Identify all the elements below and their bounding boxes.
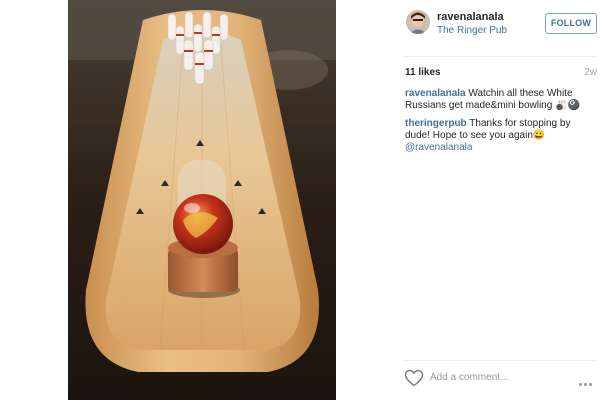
comment-username[interactable]: ravenalanala	[405, 88, 466, 99]
comment: ravenalanala Watchin all these White Rus…	[405, 88, 597, 112]
post-header: ravenalanala The Ringer Pub FOLLOW	[400, 0, 600, 50]
post-sidebar: ravenalanala The Ringer Pub FOLLOW 11 li…	[400, 0, 600, 400]
post-location[interactable]: The Ringer Pub	[437, 25, 507, 36]
comment-mention[interactable]: @ravenalanala	[405, 142, 472, 153]
comment-username[interactable]: theringerpub	[405, 118, 467, 129]
avatar-image	[406, 10, 430, 34]
photo-pane	[0, 0, 400, 400]
post-photo[interactable]	[68, 0, 336, 400]
divider	[403, 360, 597, 361]
like-button[interactable]	[404, 369, 424, 387]
mini-bowling-photo	[68, 0, 336, 400]
heart-icon	[404, 369, 424, 387]
follow-button[interactable]: FOLLOW	[545, 13, 597, 34]
comment-list: ravenalanala Watchin all these White Rus…	[405, 88, 597, 160]
post-username[interactable]: ravenalanala	[437, 11, 504, 23]
avatar[interactable]	[406, 10, 430, 34]
more-options-icon[interactable]	[579, 373, 595, 386]
post-time[interactable]: 2w	[584, 67, 597, 78]
add-comment-input[interactable]	[430, 370, 570, 384]
divider	[403, 56, 597, 57]
comment: theringerpub Thanks for stopping by dude…	[405, 118, 597, 154]
like-count[interactable]: 11 likes	[405, 67, 441, 78]
